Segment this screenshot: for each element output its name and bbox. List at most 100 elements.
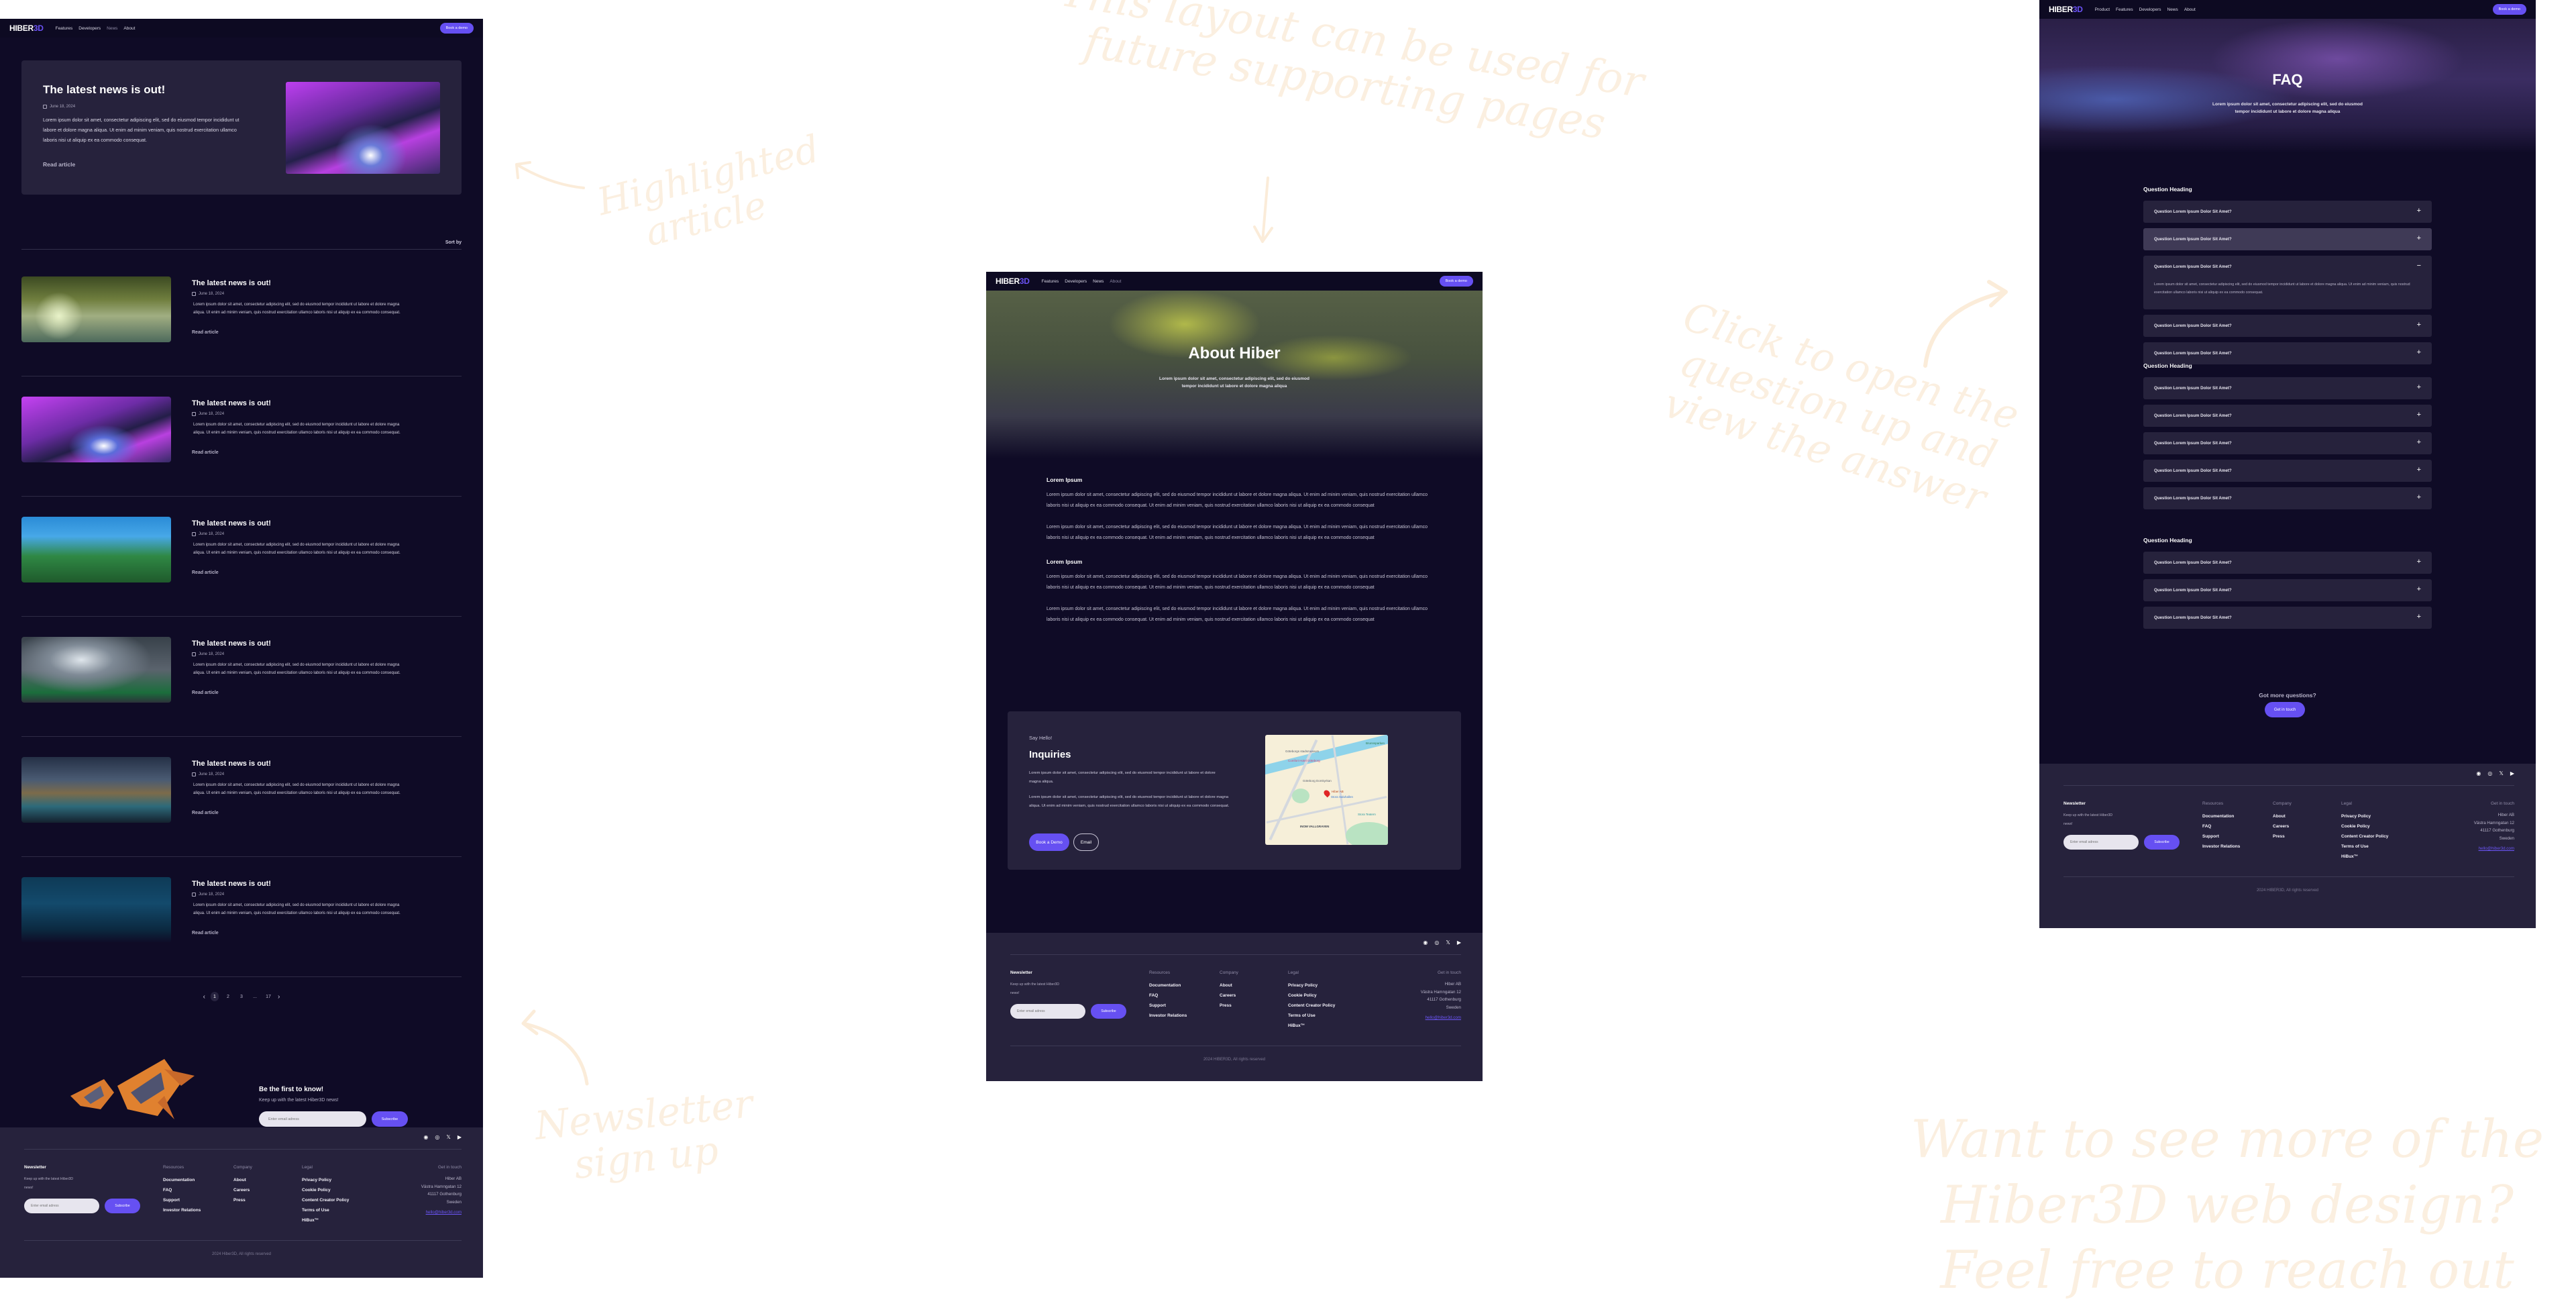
faq-item[interactable]: Question Lorem Ipsum Dolor Sit Amet? + [2143, 579, 2432, 601]
article-image[interactable] [21, 397, 171, 462]
nav-product[interactable]: Product [2095, 7, 2110, 12]
read-article-link[interactable]: Read article [192, 691, 219, 695]
prev-page-button[interactable]: ‹ [203, 993, 205, 1001]
faq-item[interactable]: Question Lorem Ipsum Dolor Sit Amet? + [2143, 460, 2432, 482]
footer-link[interactable]: Documentation [2202, 811, 2240, 821]
featured-read-article-link[interactable]: Read article [43, 161, 75, 168]
plus-icon[interactable]: + [2417, 466, 2421, 474]
nav-news[interactable]: News [107, 26, 117, 31]
footer-link[interactable]: Investor Relations [1149, 1011, 1187, 1021]
x-icon[interactable]: 𝕏 [2499, 770, 2503, 776]
discord-icon[interactable]: ◉ [1423, 940, 1428, 946]
article-image[interactable] [21, 637, 171, 703]
nav-news[interactable]: News [2167, 7, 2178, 12]
book-demo-button[interactable]: Book a demo [2492, 4, 2526, 15]
nav-about[interactable]: About [1110, 279, 1121, 284]
footer-subscribe-button[interactable]: Subscribe [2144, 835, 2180, 850]
map-pin-icon[interactable] [1322, 789, 1332, 798]
nav-features[interactable]: Features [56, 26, 73, 31]
book-demo-button[interactable]: Book a demo [1439, 276, 1473, 287]
instagram-icon[interactable]: ◎ [435, 1134, 439, 1140]
read-article-link[interactable]: Read article [192, 330, 219, 335]
nav-features[interactable]: Features [2116, 7, 2133, 12]
youtube-icon[interactable]: ▶ [458, 1134, 462, 1140]
footer-link[interactable]: Support [163, 1195, 201, 1205]
discord-icon[interactable]: ◉ [2476, 770, 2481, 776]
footer-link[interactable]: Content Creator Policy [2341, 831, 2388, 842]
next-page-button[interactable]: › [278, 993, 280, 1001]
youtube-icon[interactable]: ▶ [2510, 770, 2514, 776]
footer-link[interactable]: About [1220, 980, 1238, 991]
footer-link[interactable]: FAQ [163, 1185, 201, 1195]
footer-link[interactable]: Cookie Policy [2341, 821, 2388, 831]
article-image[interactable] [21, 877, 171, 943]
plus-icon[interactable]: + [2417, 321, 2421, 329]
footer-link[interactable]: Careers [1220, 991, 1238, 1001]
footer-link[interactable]: Investor Relations [163, 1205, 201, 1215]
plus-icon[interactable]: + [2417, 438, 2421, 446]
footer-link[interactable]: Investor Relations [2202, 842, 2240, 852]
newsletter-subscribe-button[interactable]: Subscribe [372, 1111, 408, 1127]
footer-link[interactable]: HiBux™ [1288, 1021, 1335, 1031]
footer-email-input[interactable] [2063, 835, 2139, 850]
footer-link[interactable]: Press [233, 1195, 252, 1205]
faq-item[interactable]: Question Lorem Ipsum Dolor Sit Amet? + [2143, 432, 2432, 454]
faq-item[interactable]: Question Lorem Ipsum Dolor Sit Amet? + [2143, 201, 2432, 223]
youtube-icon[interactable]: ▶ [1457, 940, 1461, 946]
footer-link[interactable]: Press [2273, 831, 2292, 842]
plus-icon[interactable]: + [2417, 234, 2421, 242]
footer-link[interactable]: Content Creator Policy [302, 1195, 349, 1205]
plus-icon[interactable]: + [2417, 411, 2421, 419]
footer-link[interactable]: Content Creator Policy [1288, 1001, 1335, 1011]
footer-link[interactable]: About [233, 1175, 252, 1185]
footer-link[interactable]: Terms of Use [1288, 1011, 1335, 1021]
plus-icon[interactable]: + [2417, 558, 2421, 566]
faq-item[interactable]: Question Lorem Ipsum Dolor Sit Amet? + [2143, 342, 2432, 364]
footer-link[interactable]: Terms of Use [2341, 842, 2388, 852]
contact-email-link[interactable]: hello@hiber3d.com [2474, 846, 2514, 851]
nav-about[interactable]: About [123, 26, 135, 31]
footer-email-input[interactable] [24, 1199, 99, 1213]
location-map[interactable]: Hiber AB Göteborgs stadsmuseum Comfort H… [1265, 735, 1388, 845]
faq-item[interactable]: Question Lorem Ipsum Dolor Sit Amet? + [2143, 377, 2432, 399]
footer-link[interactable]: Documentation [163, 1175, 201, 1185]
read-article-link[interactable]: Read article [192, 811, 219, 815]
footer-link[interactable]: HiBux™ [2341, 852, 2388, 862]
footer-link[interactable]: Support [1149, 1001, 1187, 1011]
instagram-icon[interactable]: ◎ [2487, 770, 2492, 776]
contact-email-link[interactable]: hello@hiber3d.com [421, 1210, 462, 1215]
footer-link[interactable]: Documentation [1149, 980, 1187, 991]
nav-about[interactable]: About [2184, 7, 2196, 12]
plus-icon[interactable]: + [2417, 207, 2421, 215]
article-image[interactable] [21, 276, 171, 342]
contact-email-link[interactable]: hello@hiber3d.com [1421, 1015, 1461, 1020]
faq-item[interactable]: Question Lorem Ipsum Dolor Sit Amet? + [2143, 552, 2432, 574]
footer-link[interactable]: FAQ [1149, 991, 1187, 1001]
nav-news[interactable]: News [1093, 279, 1104, 284]
page-1[interactable]: 1 [211, 992, 219, 1001]
page-17[interactable]: 17 [264, 992, 272, 1001]
page-2[interactable]: 2 [224, 992, 232, 1001]
read-article-link[interactable]: Read article [192, 450, 219, 455]
footer-link[interactable]: HiBux™ [302, 1215, 349, 1225]
footer-link[interactable]: About [2273, 811, 2292, 821]
footer-link[interactable]: Careers [233, 1185, 252, 1195]
footer-link[interactable]: Cookie Policy [1288, 991, 1335, 1001]
footer-link[interactable]: Terms of Use [302, 1205, 349, 1215]
faq-item[interactable]: Question Lorem Ipsum Dolor Sit Amet? + [2143, 228, 2432, 250]
footer-subscribe-button[interactable]: Subscribe [105, 1199, 140, 1213]
nav-developers[interactable]: Developers [78, 26, 101, 31]
plus-icon[interactable]: + [2417, 493, 2421, 501]
x-icon[interactable]: 𝕏 [446, 1134, 450, 1140]
book-a-demo-button[interactable]: Book a Demo [1029, 833, 1069, 851]
nav-developers[interactable]: Developers [2139, 7, 2161, 12]
logo[interactable]: HIBER3D [996, 276, 1030, 286]
nav-developers[interactable]: Developers [1065, 279, 1087, 284]
faq-item[interactable]: Question Lorem Ipsum Dolor Sit Amet? + [2143, 315, 2432, 337]
footer-link[interactable]: Privacy Policy [2341, 811, 2388, 821]
discord-icon[interactable]: ◉ [423, 1134, 428, 1140]
article-image[interactable] [21, 517, 171, 583]
sort-by-dropdown[interactable]: Sort by [445, 240, 462, 245]
logo[interactable]: HIBER3D [9, 23, 44, 33]
footer-link[interactable]: Careers [2273, 821, 2292, 831]
